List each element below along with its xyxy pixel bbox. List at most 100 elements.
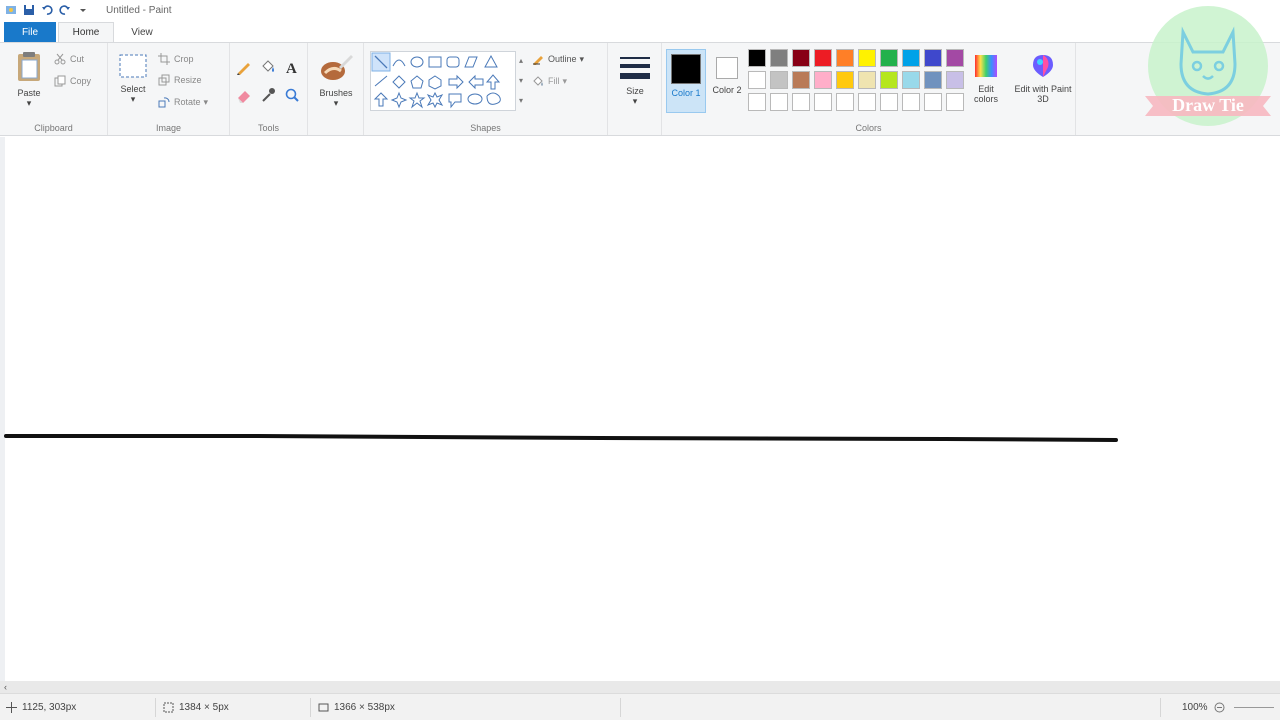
palette-color-swatch[interactable]: [858, 49, 876, 67]
palette-color-swatch[interactable]: [924, 49, 942, 67]
redo-icon[interactable]: [58, 3, 72, 17]
crop-button[interactable]: Crop: [158, 53, 194, 65]
color2-button[interactable]: Color 2: [710, 49, 744, 113]
palette-color-swatch[interactable]: [924, 71, 942, 89]
canvas-size-icon: [318, 703, 329, 712]
palette-color-swatch[interactable]: [814, 49, 832, 67]
palette-color-swatch[interactable]: [902, 71, 920, 89]
color-picker-icon[interactable]: [260, 87, 276, 103]
custom-color-slot[interactable]: [946, 93, 964, 111]
palette-color-swatch[interactable]: [858, 71, 876, 89]
size-dropdown-icon[interactable]: ▾: [616, 96, 654, 107]
resize-button[interactable]: Resize: [158, 74, 202, 86]
line-size-icon: [620, 57, 650, 79]
palette-color-swatch[interactable]: [770, 71, 788, 89]
rotate-dropdown-icon[interactable]: ▾: [204, 97, 209, 108]
save-icon[interactable]: [22, 3, 36, 17]
outline-dropdown-icon: ▾: [579, 53, 585, 64]
tools-group-label: Tools: [257, 123, 279, 133]
palette-color-swatch[interactable]: [792, 71, 810, 89]
select-rectangle-icon: [119, 54, 147, 78]
drawing-canvas[interactable]: [0, 137, 1280, 681]
palette-color-swatch[interactable]: [880, 49, 898, 67]
status-separator: [1160, 698, 1161, 717]
text-tool-icon[interactable]: A: [284, 59, 300, 75]
palette-color-swatch[interactable]: [792, 49, 810, 67]
copy-button[interactable]: Copy: [54, 75, 91, 87]
selection-size: 1384 × 5px: [163, 702, 229, 713]
custom-color-slot[interactable]: [770, 93, 788, 111]
cursor-position-icon: [6, 702, 17, 713]
clipboard-group: Paste ▾ Cut Copy Clipboard: [0, 43, 108, 135]
brushes-group: Brushes ▾: [308, 43, 364, 135]
shapes-gallery[interactable]: [370, 51, 516, 111]
tools-group: A Tools: [230, 43, 308, 135]
custom-color-slot[interactable]: [814, 93, 832, 111]
ribbon: Paste ▾ Cut Copy Clipboard Select ▾ Crop…: [0, 42, 1280, 136]
brushes-button[interactable]: Brushes ▾: [316, 51, 356, 109]
fill-icon: [533, 76, 543, 86]
palette-color-swatch[interactable]: [836, 49, 854, 67]
edit-colors-icon: [975, 55, 997, 77]
colors-group: Color 1 Color 2 Edit colors Edit with Pa…: [662, 43, 1076, 135]
status-separator: [155, 698, 156, 717]
custom-color-slot[interactable]: [792, 93, 810, 111]
outline-button[interactable]: Outline ▾: [532, 53, 584, 65]
rotate-button[interactable]: Rotate ▾: [158, 96, 208, 108]
pencil-icon[interactable]: [236, 59, 252, 75]
palette-color-swatch[interactable]: [770, 49, 788, 67]
paste-dropdown-icon[interactable]: ▾: [12, 98, 46, 109]
color1-button[interactable]: Color 1: [666, 49, 706, 113]
drawn-line: [4, 434, 1118, 442]
custom-color-slot[interactable]: [880, 93, 898, 111]
fill-bucket-icon[interactable]: [260, 59, 276, 75]
magnifier-icon[interactable]: [284, 87, 300, 103]
cut-label: Cut: [70, 54, 85, 64]
status-separator: [310, 698, 311, 717]
paste-button[interactable]: Paste ▾: [12, 51, 46, 109]
size-button[interactable]: Size ▾: [616, 55, 654, 107]
horizontal-scrollbar[interactable]: ‹: [0, 681, 1280, 693]
watermark-text: Draw Tie: [1172, 95, 1244, 115]
canvas-size: 1366 × 538px: [318, 702, 395, 713]
custom-color-slot[interactable]: [748, 93, 766, 111]
palette-color-swatch[interactable]: [946, 49, 964, 67]
fill-button[interactable]: Fill ▾: [532, 75, 567, 87]
brushes-dropdown-icon[interactable]: ▾: [316, 98, 356, 109]
selection-size-text: 1384 × 5px: [179, 702, 229, 713]
shapes-scroll-controls[interactable]: ▴ ▾ ▾: [516, 51, 526, 111]
scroll-left-icon[interactable]: ‹: [4, 682, 7, 692]
zoom-control[interactable]: 100%: [1182, 702, 1274, 713]
custom-color-slot[interactable]: [836, 93, 854, 111]
colors-group-label: Colors: [855, 123, 882, 133]
palette-color-swatch[interactable]: [880, 71, 898, 89]
cut-button[interactable]: Cut: [54, 53, 84, 65]
select-button[interactable]: Select ▾: [116, 53, 150, 105]
zoom-slider[interactable]: [1233, 707, 1274, 708]
palette-color-swatch[interactable]: [748, 71, 766, 89]
customize-toolbar-icon[interactable]: [76, 3, 90, 17]
edit-paint3d-button[interactable]: Edit with Paint 3D: [1014, 53, 1072, 104]
custom-color-slot[interactable]: [858, 93, 876, 111]
eraser-icon[interactable]: [236, 87, 252, 103]
palette-color-swatch[interactable]: [748, 49, 766, 67]
copy-icon: [54, 75, 66, 87]
tab-home[interactable]: Home: [58, 22, 114, 42]
custom-color-slot[interactable]: [902, 93, 920, 111]
custom-color-slot[interactable]: [924, 93, 942, 111]
tab-view[interactable]: View: [116, 22, 168, 42]
palette-color-swatch[interactable]: [902, 49, 920, 67]
palette-color-swatch[interactable]: [836, 71, 854, 89]
color1-label: Color 1: [671, 88, 701, 98]
palette-color-swatch[interactable]: [814, 71, 832, 89]
canvas-area[interactable]: [0, 137, 1280, 681]
zoom-out-icon[interactable]: [1214, 702, 1225, 713]
palette-color-swatch[interactable]: [946, 71, 964, 89]
crop-label: Crop: [174, 54, 194, 64]
image-group: Select ▾ Crop Resize Rotate ▾ Image: [108, 43, 230, 135]
edit-colors-button[interactable]: Edit colors: [968, 53, 1004, 104]
edit-colors-label: Edit colors: [973, 84, 998, 104]
tab-file[interactable]: File: [4, 22, 56, 42]
select-dropdown-icon[interactable]: ▾: [116, 94, 150, 105]
undo-icon[interactable]: [40, 3, 54, 17]
